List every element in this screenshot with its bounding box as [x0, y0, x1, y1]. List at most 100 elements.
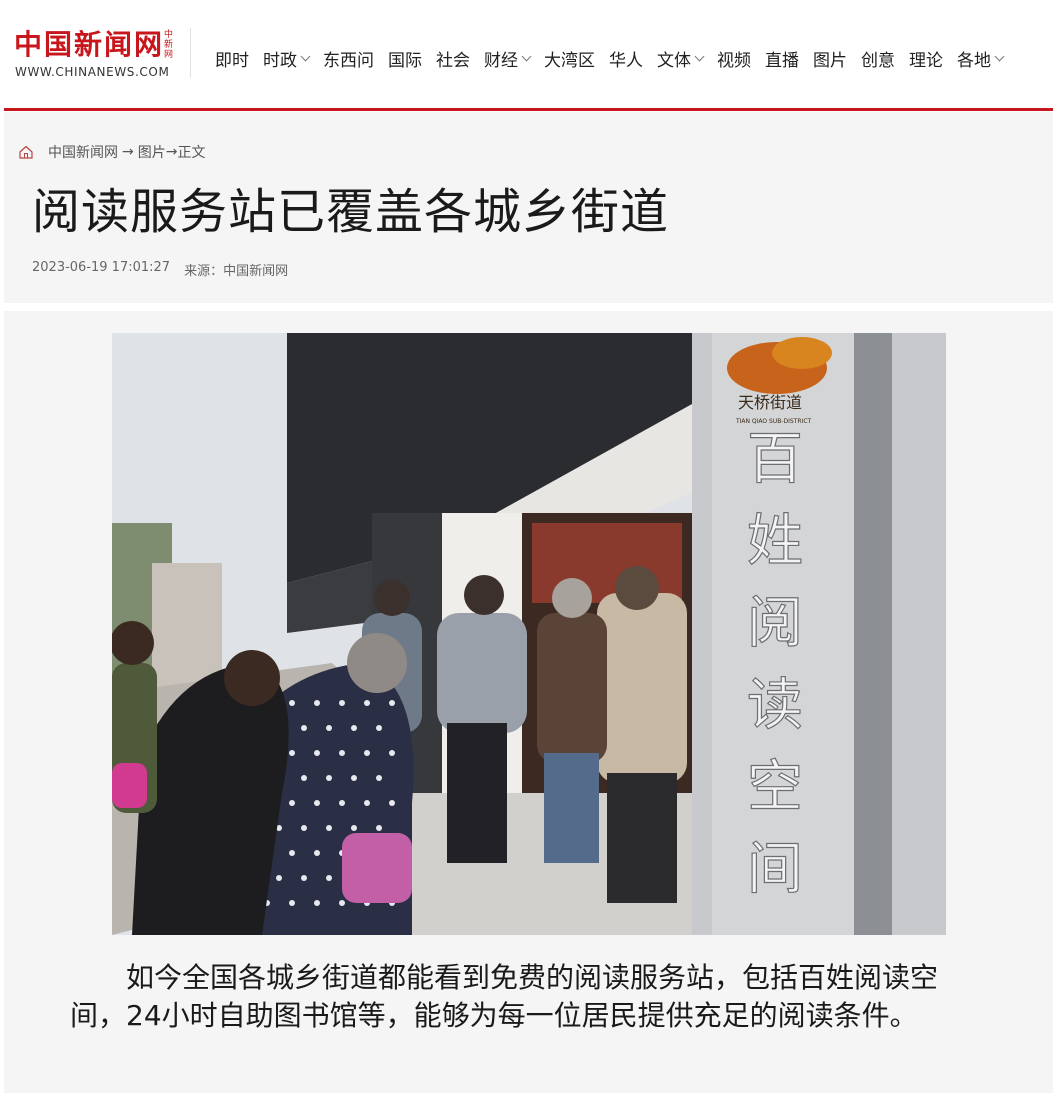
- article-caption: 如今全国各城乡街道都能看到免费的阅读服务站，包括百姓阅读空间，24小时自助图书馆…: [70, 961, 939, 1032]
- home-icon[interactable]: [18, 144, 34, 160]
- sign-character: 空: [747, 755, 803, 820]
- coat-dot: [351, 775, 357, 781]
- nav-item[interactable]: 时政: [263, 46, 311, 71]
- header-red-rule: [4, 108, 1053, 111]
- breadcrumb-section[interactable]: 图片: [138, 142, 166, 162]
- coat-dot: [326, 725, 332, 731]
- article-header-panel: 中国新闻网 → 图片 → 正文 阅读服务站已覆盖各城乡街道 2023-06-19…: [4, 112, 1053, 303]
- chevron-down-icon: [694, 51, 705, 61]
- coat-dot: [389, 750, 395, 756]
- article-source: 来源：中国新闻网: [184, 264, 289, 279]
- photo-illustration: 天桥街道 TIAN QIAO SUB-DISTRICT 百姓阅读空间: [112, 333, 946, 935]
- coat-dot: [301, 775, 307, 781]
- sign-character: 间: [747, 837, 803, 902]
- coat-dot: [326, 875, 332, 881]
- nav-item-label: 东西问: [323, 50, 374, 71]
- nav-item-label: 财经: [484, 50, 518, 71]
- site-logo[interactable]: 中国新闻网 中新网 WWW.CHINANEWS.COM: [14, 28, 176, 80]
- sign-logo-text: 天桥街道: [738, 393, 802, 412]
- coat-dot: [339, 800, 345, 806]
- nav-item[interactable]: 国际: [388, 46, 422, 71]
- coat-dot: [301, 875, 307, 881]
- article-datetime: 2023-06-19 17:01:27: [32, 260, 171, 275]
- nav-item[interactable]: 创意: [861, 46, 895, 71]
- nav-item[interactable]: 文体: [657, 46, 705, 71]
- coat-dot: [289, 850, 295, 856]
- nav-item-label: 国际: [388, 50, 422, 71]
- header-divider: [190, 28, 191, 78]
- logo-chinese: 中国新闻网: [14, 28, 165, 61]
- nav-item-label: 大湾区: [544, 50, 595, 71]
- coat-dot: [364, 700, 370, 706]
- coat-dot: [301, 725, 307, 731]
- coat-dot: [289, 900, 295, 906]
- nav-item[interactable]: 视频: [717, 46, 751, 71]
- sign-character: 阅: [747, 591, 803, 656]
- coat-dot: [289, 750, 295, 756]
- coat-dot: [389, 800, 395, 806]
- nav-item[interactable]: 各地: [957, 46, 1005, 71]
- coat-dot: [301, 825, 307, 831]
- sign-logo-english: TIAN QIAO SUB-DISTRICT: [735, 418, 812, 425]
- nav-item-label: 即时: [215, 50, 249, 71]
- article-meta: 2023-06-19 17:01:27 来源：中国新闻网: [32, 260, 288, 279]
- coat-dot: [314, 750, 320, 756]
- nav-item-label: 各地: [957, 50, 991, 71]
- coat-dot: [326, 825, 332, 831]
- article-photo: 天桥街道 TIAN QIAO SUB-DISTRICT 百姓阅读空间: [112, 333, 946, 935]
- coat-dot: [314, 800, 320, 806]
- nav-item-label: 理论: [909, 50, 943, 71]
- nav-item-label: 直播: [765, 50, 799, 71]
- sign-character: 姓: [747, 509, 803, 574]
- article-body-panel: 天桥街道 TIAN QIAO SUB-DISTRICT 百姓阅读空间 如今全国各…: [4, 311, 1053, 1093]
- nav-item[interactable]: 华人: [609, 46, 643, 71]
- article-title: 阅读服务站已覆盖各城乡街道: [32, 184, 670, 240]
- breadcrumb: 中国新闻网 → 图片 → 正文: [18, 142, 205, 162]
- coat-dot: [289, 700, 295, 706]
- breadcrumb-home[interactable]: 中国新闻网: [48, 142, 118, 162]
- coat-dot: [376, 725, 382, 731]
- coat-dot: [314, 850, 320, 856]
- nav-item-label: 创意: [861, 50, 895, 71]
- coat-dot: [351, 725, 357, 731]
- coat-dot: [314, 700, 320, 706]
- nav-item[interactable]: 社会: [436, 46, 470, 71]
- nav-item[interactable]: 即时: [215, 46, 249, 71]
- site-header: 中国新闻网 中新网 WWW.CHINANEWS.COM 即时 时政 东西问 国际 社会财…: [0, 0, 1053, 108]
- nav-item[interactable]: 图片: [813, 46, 847, 71]
- coat-dot: [351, 825, 357, 831]
- chevron-down-icon: [521, 51, 532, 61]
- nav-item-label: 视频: [717, 50, 751, 71]
- coat-dot: [326, 775, 332, 781]
- coat-dot: [276, 875, 282, 881]
- logo-english: WWW.CHINANEWS.COM: [15, 65, 170, 79]
- breadcrumb-separator: →: [122, 144, 134, 160]
- nav-item[interactable]: 东西问: [323, 46, 374, 71]
- coat-dot: [339, 700, 345, 706]
- coat-dot: [289, 800, 295, 806]
- nav-item[interactable]: 大湾区: [544, 46, 595, 71]
- coat-dot: [339, 900, 345, 906]
- coat-dot: [376, 775, 382, 781]
- breadcrumb-current: 正文: [177, 145, 206, 161]
- nav-item[interactable]: 直播: [765, 46, 799, 71]
- sign-character: 读: [747, 673, 803, 738]
- nav-item-label: 文体: [657, 50, 691, 71]
- nav-item-label: 时政: [263, 50, 297, 71]
- nav-item[interactable]: 理论: [909, 46, 943, 71]
- coat-dot: [364, 800, 370, 806]
- nav-item-label: 华人: [609, 50, 643, 71]
- coat-dot: [364, 750, 370, 756]
- nav-item[interactable]: 财经: [484, 46, 532, 71]
- coat-dot: [339, 750, 345, 756]
- logo-vertical-text: 中新网: [164, 30, 174, 60]
- coat-dot: [389, 700, 395, 706]
- nav-item-label: 图片: [813, 50, 847, 71]
- coat-dot: [376, 825, 382, 831]
- coat-dot: [314, 900, 320, 906]
- nav-item-label: 社会: [436, 50, 470, 71]
- chevron-down-icon: [994, 51, 1005, 61]
- sign-character: 百: [747, 427, 803, 492]
- chevron-down-icon: [300, 51, 311, 61]
- main-nav: 即时 时政 东西问 国际 社会 财经 大湾区 华人 文体 视频 直播 图片 创意 理论 各地: [208, 44, 1010, 72]
